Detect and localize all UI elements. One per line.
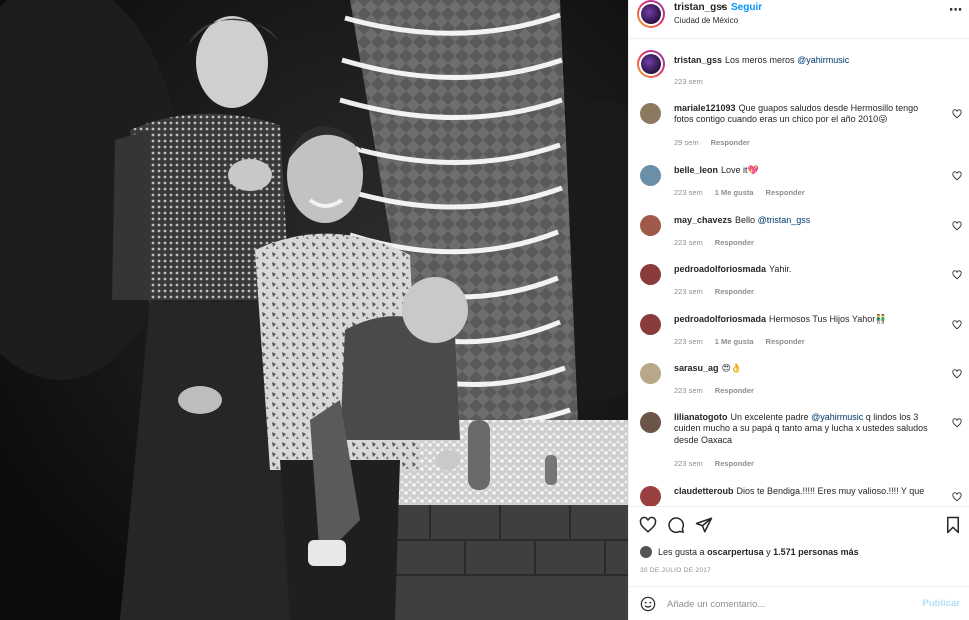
likes-count[interactable]: 1.571 personas más — [773, 547, 859, 557]
reply-button[interactable]: Responder — [715, 386, 754, 395]
reply-button[interactable]: Responder — [715, 459, 754, 468]
comment-time[interactable]: 223 sem — [674, 188, 703, 197]
commenter-avatar[interactable] — [640, 165, 661, 186]
comment-mention[interactable]: @yahirmusic — [811, 412, 863, 422]
reply-button[interactable]: Responder — [766, 337, 805, 346]
bookmark-icon[interactable] — [944, 516, 962, 534]
likes-connector: y — [766, 547, 771, 557]
comment-likes-count[interactable]: 1 Me gusta — [715, 188, 754, 197]
likes-summary[interactable]: Les gusta a oscarpertusa y 1.571 persona… — [640, 546, 859, 558]
commenter-avatar[interactable] — [640, 264, 661, 285]
instagram-post: tristan_gss • Seguir Ciudad de México ⋯ … — [0, 0, 969, 620]
more-options-icon[interactable]: ⋯ — [949, 2, 962, 18]
liker-username[interactable]: oscarpertusa — [707, 547, 764, 557]
comment-text: belle_leon Love it💖 — [674, 165, 936, 176]
commenter-avatar[interactable] — [640, 486, 661, 506]
comment-body: Bello — [735, 215, 756, 225]
comment-like-heart-icon[interactable] — [952, 418, 962, 428]
comment-like-heart-icon[interactable] — [952, 492, 962, 502]
caption-username[interactable]: tristan_gss — [674, 55, 722, 65]
comment-time[interactable]: 223 sem — [674, 287, 703, 296]
comment-like-heart-icon[interactable] — [952, 320, 962, 330]
add-comment-bar: Publicar — [629, 586, 969, 620]
caption-meta: 223 sem — [674, 77, 715, 86]
comments-list[interactable]: tristan_gss Los meros meros @yahirmusic 2… — [629, 40, 969, 506]
comment-body: Hermosos Tus Hijos Yahor👬 — [769, 314, 887, 324]
header-separator: • — [721, 2, 725, 13]
comment-meta: 223 sem 1 Me gusta Responder — [674, 337, 817, 346]
commenter-avatar[interactable] — [640, 363, 661, 384]
comment-like-heart-icon[interactable] — [952, 221, 962, 231]
comment-username[interactable]: may_chavezs — [674, 215, 732, 225]
comment-text: may_chavezs Bello @tristan_gss — [674, 215, 936, 226]
caption-avatar[interactable] — [637, 50, 665, 78]
comment-time[interactable]: 29 sem — [674, 138, 699, 147]
caption-body: Los meros meros — [725, 55, 795, 65]
post-header: tristan_gss • Seguir Ciudad de México ⋯ — [629, 0, 969, 39]
comment-time[interactable]: 223 sem — [674, 337, 703, 346]
post-date[interactable]: 30 DE JULIO DE 2017 — [640, 567, 711, 574]
comment-text: lilianatogoto Un excelente padre @yahirmu… — [674, 412, 936, 446]
reply-button[interactable]: Responder — [715, 238, 754, 247]
photo-illustration — [0, 0, 628, 620]
commenter-avatar[interactable] — [640, 314, 661, 335]
share-icon[interactable] — [695, 516, 713, 534]
caption-mention[interactable]: @yahirmusic — [797, 55, 849, 65]
post-location[interactable]: Ciudad de México — [674, 16, 738, 25]
follow-button[interactable]: Seguir — [731, 2, 762, 13]
comment-text: claudetteroub Dios te Bendiga.!!!!! Eres … — [674, 486, 936, 497]
commenter-avatar[interactable] — [640, 412, 661, 433]
comment-meta: 223 sem Responder — [674, 459, 766, 468]
caption-text: tristan_gss Los meros meros @yahirmusic — [674, 55, 936, 66]
comment-username[interactable]: belle_leon — [674, 165, 718, 175]
comment-username[interactable]: pedroadolforiosmada — [674, 314, 766, 324]
comment-body: Love it💖 — [721, 165, 759, 175]
comment-username[interactable]: sarasu_ag — [674, 363, 719, 373]
comment-meta: 223 sem Responder — [674, 386, 766, 395]
liker-avatar — [640, 546, 652, 558]
comment-mention[interactable]: @tristan_gss — [758, 215, 811, 225]
commenter-avatar[interactable] — [640, 103, 661, 124]
commenter-avatar[interactable] — [640, 215, 661, 236]
comment-text: pedroadolforiosmada Hermosos Tus Hijos Ya… — [674, 314, 936, 325]
comment-body: Yahir. — [769, 264, 792, 274]
comment-text: sarasu_ag 😍👌 — [674, 363, 936, 374]
comment-username[interactable]: mariale121093 — [674, 103, 736, 113]
reply-button[interactable]: Responder — [711, 138, 750, 147]
reply-button[interactable]: Responder — [715, 287, 754, 296]
comment-time[interactable]: 223 sem — [674, 238, 703, 247]
reply-button[interactable]: Responder — [766, 188, 805, 197]
comment-username[interactable]: pedroadolforiosmada — [674, 264, 766, 274]
comment-like-heart-icon[interactable] — [952, 109, 962, 119]
author-avatar[interactable] — [637, 0, 665, 28]
comment-meta: 223 sem Responder — [674, 238, 766, 247]
comment-meta: 223 sem 1 Me gusta Responder — [674, 188, 817, 197]
comment-body: Un excelente padre — [730, 412, 809, 422]
comment-body: 😍👌 — [721, 363, 743, 373]
comment-text: pedroadolforiosmada Yahir. — [674, 264, 936, 275]
heart-icon[interactable] — [639, 516, 657, 534]
comment-username[interactable]: claudetteroub — [674, 486, 734, 496]
comment-like-heart-icon[interactable] — [952, 270, 962, 280]
comment-like-heart-icon[interactable] — [952, 171, 962, 181]
post-photo[interactable] — [0, 0, 628, 620]
emoji-icon[interactable] — [640, 596, 656, 612]
comment-body: Dios te Bendiga.!!!!! Eres muy valioso.!… — [736, 486, 925, 496]
comment-icon[interactable] — [667, 516, 685, 534]
comment-like-heart-icon[interactable] — [952, 369, 962, 379]
comment-meta: 223 sem Responder — [674, 287, 766, 296]
comment-meta: 29 sem Responder — [674, 138, 762, 147]
comment-input[interactable] — [667, 595, 907, 613]
author-username[interactable]: tristan_gss — [674, 2, 727, 13]
caption-time[interactable]: 223 sem — [674, 77, 703, 86]
likes-prefix: Les gusta a — [658, 547, 705, 557]
post-actions: Les gusta a oscarpertusa y 1.571 persona… — [629, 506, 969, 586]
comment-likes-count[interactable]: 1 Me gusta — [715, 337, 754, 346]
comment-text: mariale121093 Que guapos saludos desde He… — [674, 103, 936, 126]
comment-time[interactable]: 223 sem — [674, 459, 703, 468]
post-side-panel: tristan_gss • Seguir Ciudad de México ⋯ … — [628, 0, 969, 620]
comment-time[interactable]: 223 sem — [674, 386, 703, 395]
comment-username[interactable]: lilianatogoto — [674, 412, 728, 422]
publish-button[interactable]: Publicar — [923, 598, 961, 609]
